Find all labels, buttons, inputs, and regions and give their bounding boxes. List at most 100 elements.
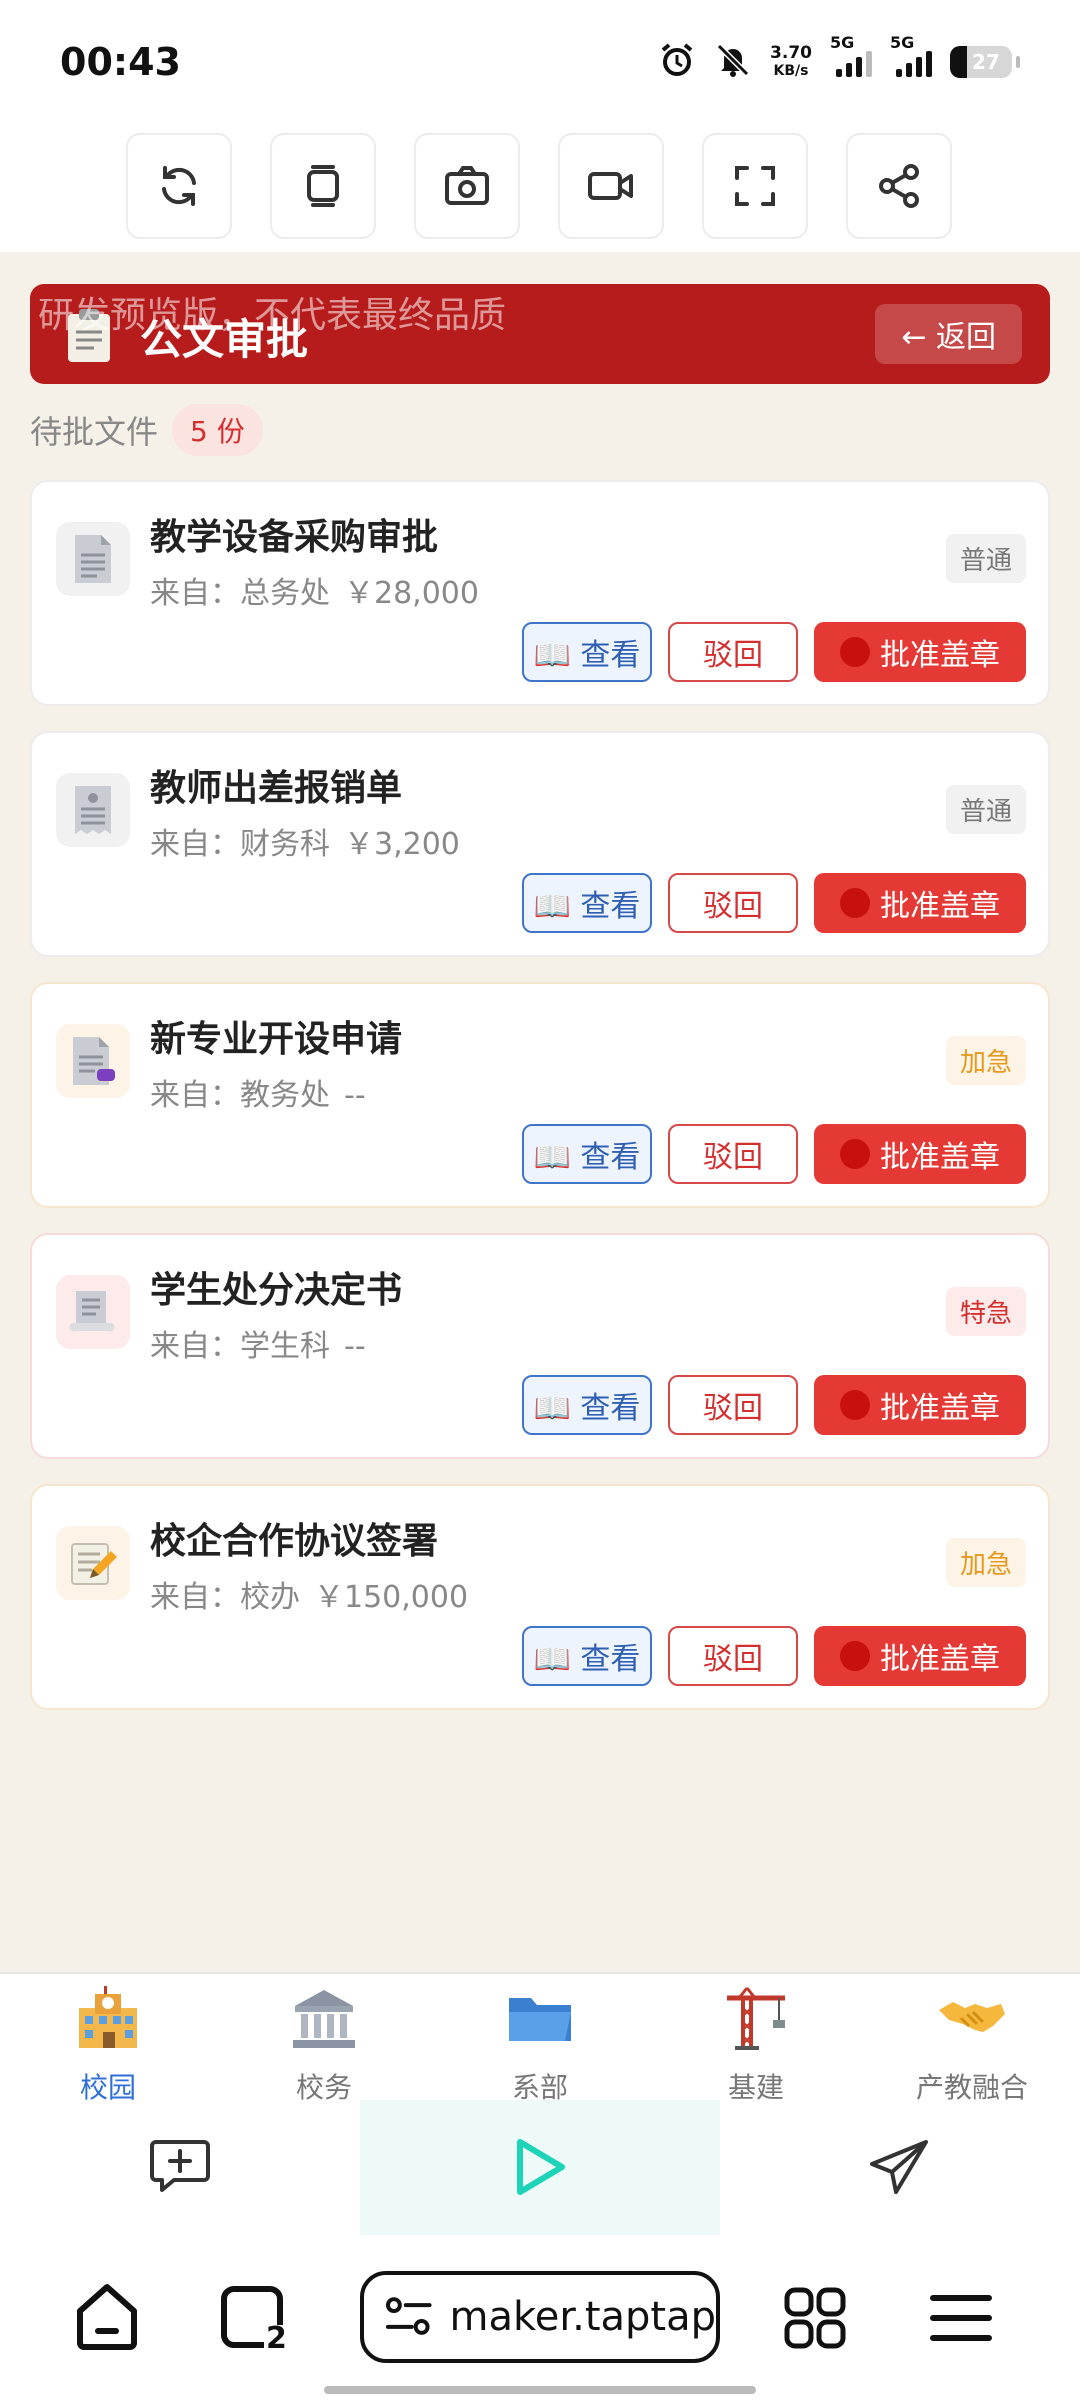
document-amount: ￥3,200: [344, 827, 460, 862]
view-button[interactable]: 📖 查看: [522, 1626, 652, 1686]
tabs-icon[interactable]: 2: [220, 2285, 290, 2359]
net-speed-unit: KB/s: [773, 63, 809, 79]
approve-label: 批准盖章: [880, 1140, 1000, 1175]
document-meta: 来自：教务处 --: [150, 1070, 380, 1114]
view-button[interactable]: 📖 查看: [522, 622, 652, 682]
red-circle-icon: [840, 888, 870, 918]
document-title: 教师出差报销单: [150, 768, 403, 809]
document-actions: 📖 查看 驳回 批准盖章: [522, 622, 1026, 682]
priority-badge: 加急: [945, 1538, 1026, 1587]
app-content: 公文审批 研发预览版，不代表最终品质 ← 返回 待批文件 5 份 教学设备采购审…: [0, 252, 1080, 1972]
red-circle-icon: [840, 1390, 870, 1420]
back-button[interactable]: ← 返回: [875, 304, 1022, 364]
bottom-navigation: 校园 校务 系部 基建 产教融合: [0, 1972, 1080, 2104]
reject-button[interactable]: 驳回: [668, 1124, 798, 1184]
nav-item-construction[interactable]: 基建: [648, 1982, 864, 2104]
home-icon[interactable]: [74, 2281, 140, 2355]
document-list: 教学设备采购审批 来自：总务处 ￥28,000 普通 📖 查看 驳回 批准盖章 教…: [30, 480, 1050, 1735]
sim1-label: 5G: [830, 33, 855, 52]
document-actions: 📖 查看 驳回 批准盖章: [522, 873, 1026, 933]
priority-badge: 加急: [945, 1036, 1026, 1085]
document-meta: 来自：总务处 ￥28,000: [150, 568, 493, 612]
status-bar: 00:43 3.70 KB/s 5G 5G 27: [0, 0, 1080, 130]
copy-button[interactable]: [270, 133, 376, 239]
document-amount: --: [344, 1078, 366, 1113]
document-title: 新专业开设申请: [150, 1019, 403, 1060]
battery-icon: 27: [950, 46, 1012, 78]
reject-button[interactable]: 驳回: [668, 873, 798, 933]
nav-item-campus[interactable]: 校园: [0, 1982, 216, 2104]
approve-stamp-button[interactable]: 批准盖章: [814, 1626, 1026, 1686]
document-icon: [56, 522, 130, 596]
preview-action-strip: [0, 2100, 1080, 2235]
approve-label: 批准盖章: [880, 638, 1000, 673]
reject-button[interactable]: 驳回: [668, 1375, 798, 1435]
video-icon: [588, 172, 633, 200]
memo-icon: [56, 1526, 130, 1600]
share-button[interactable]: [846, 133, 952, 239]
receipt-icon: [56, 773, 130, 847]
tool-bar: [0, 130, 1080, 252]
browser-bar: 2 maker.taptap: [0, 2235, 1080, 2400]
preview-watermark: 研发预览版，不代表最终品质: [38, 295, 507, 336]
menu-icon[interactable]: [930, 2293, 992, 2347]
document-source: 来自：财务科: [150, 827, 330, 862]
nav-item-departments[interactable]: 系部: [432, 1982, 648, 2104]
approve-stamp-button[interactable]: 批准盖章: [814, 1375, 1026, 1435]
pending-summary: 待批文件 5 份: [30, 404, 263, 456]
approve-stamp-button[interactable]: 批准盖章: [814, 1124, 1026, 1184]
priority-badge: 普通: [945, 534, 1026, 583]
school-icon: [73, 1984, 143, 2058]
screenshot-button[interactable]: [414, 133, 520, 239]
document-meta: 来自：学生科 --: [150, 1321, 380, 1365]
nav-item-industry-education[interactable]: 产教融合: [864, 1982, 1080, 2104]
priority-badge: 普通: [945, 785, 1026, 834]
fullscreen-button[interactable]: [702, 133, 808, 239]
nav-item-affairs[interactable]: 校务: [216, 1982, 432, 2104]
reject-button[interactable]: 驳回: [668, 622, 798, 682]
bell-muted-icon: [714, 41, 752, 83]
classical-building-icon: [289, 1984, 359, 2058]
folder-icon: [505, 1984, 575, 2058]
record-button[interactable]: [558, 133, 664, 239]
document-card[interactable]: 校企合作协议签署 来自：校办 ￥150,000 加急 📖 查看 驳回 批准盖章: [30, 1484, 1050, 1710]
view-button[interactable]: 📖 查看: [522, 1124, 652, 1184]
send-icon[interactable]: [868, 2138, 930, 2200]
view-button[interactable]: 📖 查看: [522, 873, 652, 933]
document-card[interactable]: 学生处分决定书 来自：学生科 -- 特急 📖 查看 驳回 批准盖章: [30, 1233, 1050, 1459]
approve-stamp-button[interactable]: 批准盖章: [814, 873, 1026, 933]
document-amount: ￥28,000: [344, 576, 479, 611]
url-bar[interactable]: maker.taptap: [360, 2271, 720, 2363]
clock: 00:43: [60, 40, 181, 84]
approve-stamp-button[interactable]: 批准盖章: [814, 622, 1026, 682]
reject-button[interactable]: 驳回: [668, 1626, 798, 1686]
apps-grid-icon[interactable]: [784, 2287, 846, 2353]
view-button[interactable]: 📖 查看: [522, 1375, 652, 1435]
document-source: 来自：学生科: [150, 1329, 330, 1364]
scroll-icon: [56, 1275, 130, 1349]
approve-label: 批准盖章: [880, 1391, 1000, 1426]
red-circle-icon: [840, 637, 870, 667]
document-source: 来自：校办: [150, 1580, 300, 1615]
share-icon: [879, 164, 919, 208]
document-amount: --: [344, 1329, 366, 1364]
play-button[interactable]: [360, 2100, 720, 2235]
approve-label: 批准盖章: [880, 889, 1000, 924]
document-card[interactable]: 教师出差报销单 来自：财务科 ￥3,200 普通 📖 查看 驳回 批准盖章: [30, 731, 1050, 957]
document-card[interactable]: 教学设备采购审批 来自：总务处 ￥28,000 普通 📖 查看 驳回 批准盖章: [30, 480, 1050, 706]
red-circle-icon: [840, 1139, 870, 1169]
refresh-button[interactable]: [126, 133, 232, 239]
red-circle-icon: [840, 1641, 870, 1671]
refresh-icon: [162, 166, 196, 206]
document-meta: 来自：校办 ￥150,000: [150, 1572, 482, 1616]
add-comment-icon[interactable]: [148, 2136, 212, 2202]
net-speed-value: 3.70: [770, 43, 812, 63]
approve-label: 批准盖章: [880, 1642, 1000, 1677]
fullscreen-icon: [735, 166, 775, 206]
home-indicator[interactable]: [324, 2386, 756, 2394]
document-source: 来自：教务处: [150, 1078, 330, 1113]
url-text: maker.taptap: [449, 2294, 716, 2340]
document-source: 来自：总务处: [150, 576, 330, 611]
document-card[interactable]: 新专业开设申请 来自：教务处 -- 加急 📖 查看 驳回 批准盖章: [30, 982, 1050, 1208]
document-title: 学生处分决定书: [150, 1270, 403, 1311]
